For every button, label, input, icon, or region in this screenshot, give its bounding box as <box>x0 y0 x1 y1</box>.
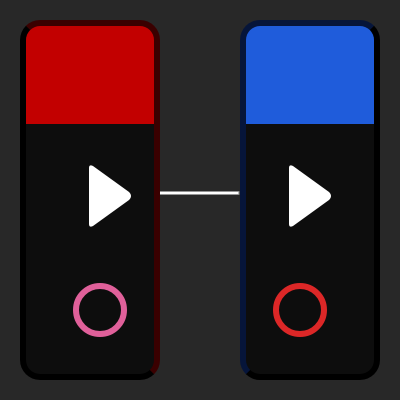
output-play-icon[interactable] <box>85 164 133 228</box>
input-play-icon[interactable] <box>285 164 333 228</box>
node-graph-canvas[interactable] <box>0 0 400 400</box>
target-node[interactable] <box>240 20 380 380</box>
source-node-header[interactable] <box>26 26 154 124</box>
target-node-header[interactable] <box>246 26 374 124</box>
ring-icon[interactable] <box>72 282 128 338</box>
ring-icon[interactable] <box>272 282 328 338</box>
source-node[interactable] <box>20 20 160 380</box>
